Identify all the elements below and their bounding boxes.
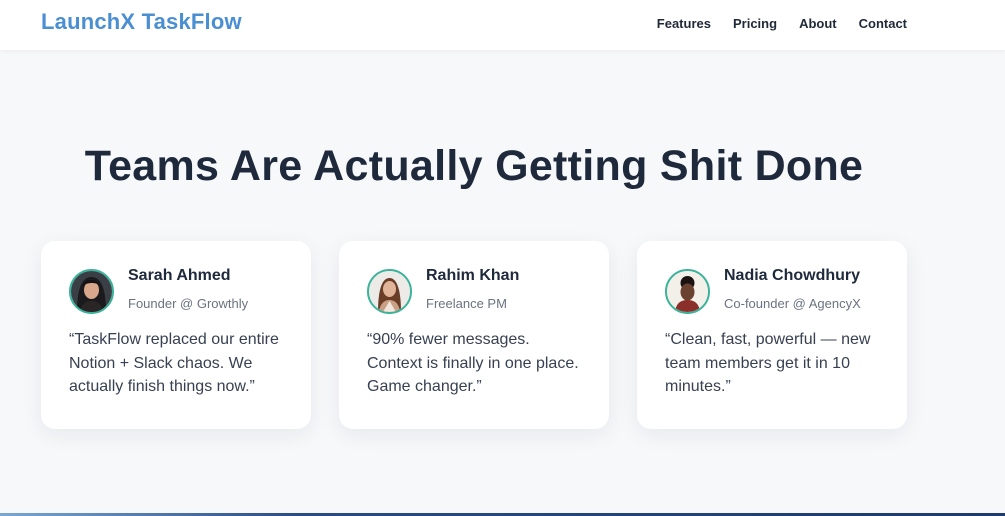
testimonial-header: Sarah Ahmed Founder @ Growthly — [69, 267, 285, 314]
person-name: Nadia Chowdhury — [724, 266, 861, 284]
testimonial-card: Rahim Khan Freelance PM “90% fewer messa… — [339, 241, 609, 429]
avatar-image — [71, 271, 112, 312]
section-headline: Teams Are Actually Getting Shit Done — [84, 142, 864, 190]
avatar — [665, 269, 710, 314]
person-role: Freelance PM — [426, 295, 507, 311]
person-name: Sarah Ahmed — [128, 266, 231, 284]
nav-link-about[interactable]: About — [799, 16, 837, 31]
person-info: Sarah Ahmed Founder @ Growthly — [128, 267, 249, 312]
avatar — [69, 269, 114, 314]
testimonial-card: Sarah Ahmed Founder @ Growthly “TaskFlow… — [41, 241, 311, 429]
testimonial-header: Rahim Khan Freelance PM — [367, 267, 583, 314]
nav-link-pricing[interactable]: Pricing — [733, 16, 777, 31]
person-info: Rahim Khan Freelance PM — [426, 267, 519, 312]
avatar — [367, 269, 412, 314]
main-nav: Features Pricing About Contact — [657, 16, 907, 31]
testimonial-header: Nadia Chowdhury Co-founder @ AgencyX — [665, 267, 881, 314]
testimonial-quote: “90% fewer messages. Context is finally … — [367, 331, 579, 395]
nav-link-contact[interactable]: Contact — [859, 16, 907, 31]
testimonial-quote: “Clean, fast, powerful — new team member… — [665, 331, 871, 395]
person-role: Founder @ Growthly — [128, 295, 249, 311]
brand-logo-link[interactable]: LaunchX TaskFlow — [41, 9, 242, 35]
top-navbar: LaunchX TaskFlow Features Pricing About … — [0, 0, 1005, 50]
person-info: Nadia Chowdhury Co-founder @ AgencyX — [724, 267, 861, 312]
testimonial-card: Nadia Chowdhury Co-founder @ AgencyX “Cl… — [637, 241, 907, 429]
avatar-image — [667, 271, 708, 312]
person-role: Co-founder @ AgencyX — [724, 295, 861, 311]
testimonials-row: Sarah Ahmed Founder @ Growthly “TaskFlow… — [41, 241, 907, 429]
testimonial-quote: “TaskFlow replaced our entire Notion + S… — [69, 331, 279, 395]
avatar-image — [369, 271, 410, 312]
person-name: Rahim Khan — [426, 266, 520, 284]
nav-link-features[interactable]: Features — [657, 16, 711, 31]
